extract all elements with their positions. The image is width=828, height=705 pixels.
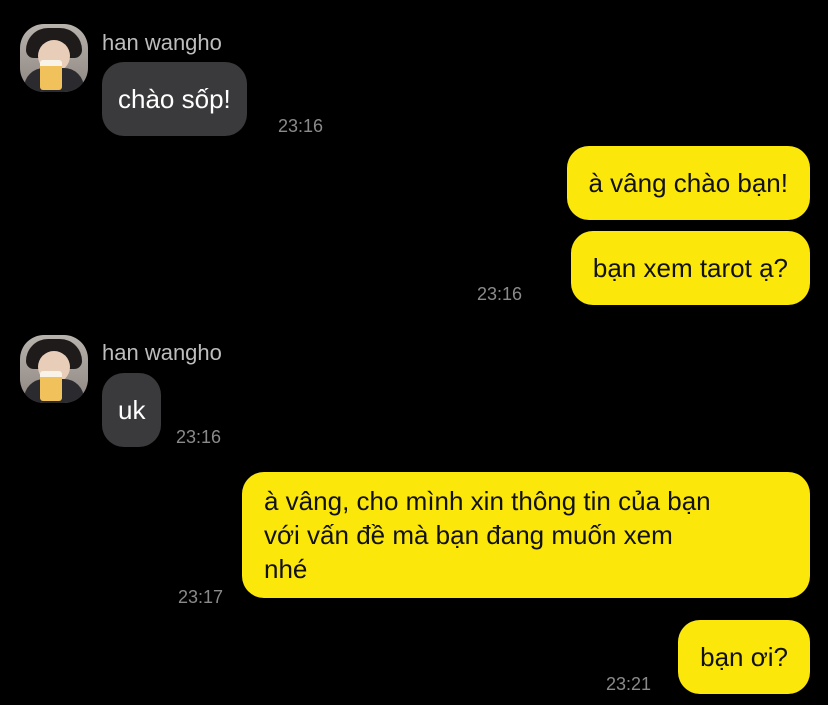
message-timestamp: 23:16	[176, 427, 222, 447]
message-text-line: à vâng, cho mình xin thông tin của bạn	[264, 486, 711, 516]
sender-name: han wangho	[102, 340, 222, 365]
message-bubble-incoming[interactable]: uk	[102, 373, 162, 447]
message-bubble-outgoing[interactable]: à vâng chào bạn!	[566, 146, 810, 220]
message-text-line: với vấn đề mà bạn đang muốn xem	[264, 520, 673, 550]
message-timestamp: 23:21	[606, 674, 652, 694]
message-timestamp: 23:16	[477, 284, 523, 304]
message-text: à vâng chào bạn!	[588, 168, 789, 198]
beer-mug-icon	[40, 371, 62, 401]
beer-mug-icon	[40, 60, 62, 90]
avatar[interactable]	[20, 24, 88, 92]
message-bubble-outgoing[interactable]: bạn ơi?	[678, 620, 810, 694]
message-text: bạn ơi?	[700, 642, 788, 672]
message-text-line: nhé	[264, 554, 308, 584]
message-text: uk	[118, 395, 146, 425]
message-bubble-outgoing[interactable]: bạn xem tarot ạ?	[570, 231, 810, 305]
message-bubble-outgoing[interactable]: à vâng, cho mình xin thông tin của bạn v…	[242, 472, 810, 598]
message-text: chào sốp!	[118, 84, 231, 114]
sender-name: han wangho	[102, 30, 222, 55]
message-timestamp: 23:16	[278, 116, 324, 136]
message-bubble-incoming[interactable]: chào sốp!	[102, 62, 247, 136]
avatar[interactable]	[20, 335, 88, 403]
message-text: bạn xem tarot ạ?	[592, 253, 788, 283]
message-timestamp: 23:17	[178, 587, 224, 607]
